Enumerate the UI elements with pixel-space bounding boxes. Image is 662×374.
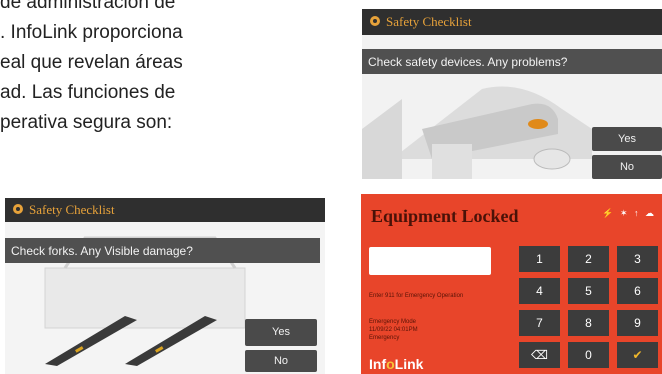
- yes-button[interactable]: Yes: [592, 127, 662, 151]
- key-1[interactable]: 1: [519, 246, 560, 272]
- title-bar: Safety Checklist: [5, 198, 325, 222]
- key-0[interactable]: 0: [568, 342, 609, 368]
- body-line: . InfoLink proporciona: [0, 22, 183, 43]
- key-8[interactable]: 8: [568, 310, 609, 336]
- key-2[interactable]: 2: [568, 246, 609, 272]
- emergency-label: Emergency: [369, 335, 400, 341]
- question-bar: Check safety devices. Any problems?: [362, 49, 662, 74]
- screen-title: Safety Checklist: [386, 14, 472, 29]
- lock-title: Equipment Locked: [371, 206, 519, 226]
- checklist-icon: [13, 204, 23, 214]
- safety-devices-screen: Safety Checklist Check safety devices. A…: [362, 9, 662, 179]
- key-9[interactable]: 9: [617, 310, 658, 336]
- question-text: Check safety devices. Any problems?: [368, 55, 568, 69]
- confirm-check-icon[interactable]: ✔: [617, 342, 658, 368]
- body-line: perativa segura son:: [0, 112, 173, 133]
- infolink-logo: InfoLink: [369, 356, 424, 372]
- body-line: ad. Las funciones de: [0, 82, 176, 103]
- key-5[interactable]: 5: [568, 278, 609, 304]
- body-text: de administración de . InfoLink proporci…: [0, 0, 300, 138]
- emergency-date: 11/09/22 04:01PM: [369, 327, 418, 333]
- yes-button[interactable]: Yes: [245, 319, 317, 346]
- body-line: eal que revelan áreas: [0, 52, 183, 73]
- body-line: de administración de: [0, 0, 176, 13]
- question-bar: Check forks. Any Visible damage?: [5, 238, 320, 263]
- key-3[interactable]: 3: [617, 246, 658, 272]
- no-button[interactable]: No: [592, 155, 662, 179]
- no-button[interactable]: No: [245, 350, 317, 372]
- forks-check-screen: Safety Checklist Check forks. Any Visibl…: [5, 198, 325, 374]
- emergency-hint: Enter 911 for Emergency Operation: [369, 293, 464, 299]
- title-bar: Safety Checklist: [362, 9, 662, 35]
- key-7[interactable]: 7: [519, 310, 560, 336]
- forks-illustration: [5, 198, 325, 374]
- key-4[interactable]: 4: [519, 278, 560, 304]
- status-icons: ⚡ ✶ ↑ ☁: [602, 208, 656, 218]
- backspace-icon[interactable]: ⌫: [519, 342, 560, 368]
- equipment-locked-screen: Equipment Locked ⚡ ✶ ↑ ☁ Enter 911 for E…: [361, 194, 662, 374]
- screen-title: Safety Checklist: [29, 202, 115, 217]
- checklist-icon: [370, 16, 380, 26]
- code-input[interactable]: [369, 247, 491, 275]
- question-text: Check forks. Any Visible damage?: [11, 244, 193, 258]
- emergency-mode-label: Emergency Mode: [369, 319, 417, 325]
- key-6[interactable]: 6: [617, 278, 658, 304]
